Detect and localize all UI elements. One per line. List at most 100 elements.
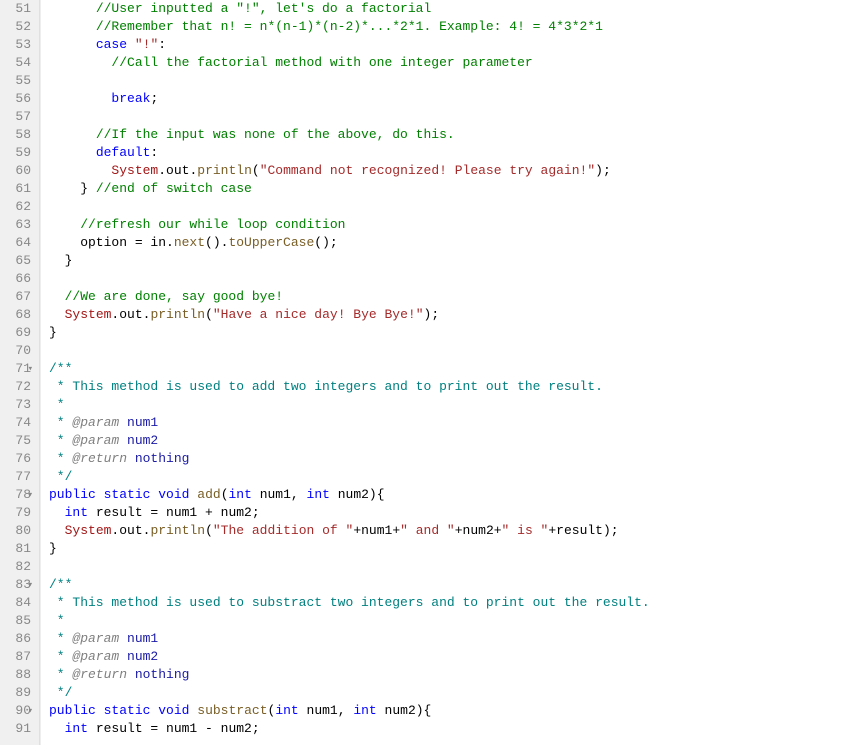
editor-gutter[interactable]: 5152535455565758596061626364656667686970… <box>0 0 40 745</box>
code-line[interactable]: //Call the factorial method with one int… <box>49 54 865 72</box>
code-line[interactable]: public static void substract(int num1, i… <box>49 702 865 720</box>
code-line[interactable]: System.out.println("Have a nice day! Bye… <box>49 306 865 324</box>
fold-toggle-icon[interactable]: ▾ <box>28 702 33 720</box>
line-number[interactable]: 55 <box>4 72 31 90</box>
code-token <box>119 433 127 448</box>
code-token: @return <box>72 667 127 682</box>
code-line[interactable] <box>49 108 865 126</box>
line-number[interactable]: 51 <box>4 0 31 18</box>
line-number[interactable]: 56 <box>4 90 31 108</box>
line-number[interactable]: 73 <box>4 396 31 414</box>
line-number[interactable]: 78▾ <box>4 486 31 504</box>
code-token <box>49 1 96 16</box>
line-number[interactable]: 87 <box>4 648 31 666</box>
code-line[interactable]: //Remember that n! = n*(n-1)*(n-2)*...*2… <box>49 18 865 36</box>
line-number[interactable]: 68 <box>4 306 31 324</box>
code-line[interactable]: int result = num1 + num2; <box>49 504 865 522</box>
line-number[interactable]: 72 <box>4 378 31 396</box>
code-line[interactable] <box>49 342 865 360</box>
code-token: "The addition of " <box>213 523 353 538</box>
code-line[interactable]: //If the input was none of the above, do… <box>49 126 865 144</box>
code-line[interactable]: /** <box>49 576 865 594</box>
code-line[interactable] <box>49 72 865 90</box>
line-number[interactable]: 75 <box>4 432 31 450</box>
code-line[interactable]: System.out.println("Command not recogniz… <box>49 162 865 180</box>
line-number[interactable]: 65 <box>4 252 31 270</box>
code-line[interactable]: * <box>49 396 865 414</box>
code-line[interactable]: //refresh our while loop condition <box>49 216 865 234</box>
line-number[interactable]: 81 <box>4 540 31 558</box>
code-line[interactable]: System.out.println("The addition of "+nu… <box>49 522 865 540</box>
code-token: * <box>49 613 65 628</box>
code-line[interactable]: case "!": <box>49 36 865 54</box>
line-number[interactable]: 60 <box>4 162 31 180</box>
code-line[interactable]: //We are done, say good bye! <box>49 288 865 306</box>
fold-toggle-icon[interactable]: ▾ <box>28 576 33 594</box>
line-number[interactable]: 84 <box>4 594 31 612</box>
code-line[interactable]: * @param num2 <box>49 648 865 666</box>
code-line[interactable]: /** <box>49 360 865 378</box>
line-number[interactable]: 79 <box>4 504 31 522</box>
code-line[interactable]: } <box>49 324 865 342</box>
line-number[interactable]: 89 <box>4 684 31 702</box>
code-line[interactable]: } //end of switch case <box>49 180 865 198</box>
code-line[interactable]: default: <box>49 144 865 162</box>
line-number[interactable]: 62 <box>4 198 31 216</box>
code-token: /** <box>49 361 72 376</box>
code-line[interactable]: * @return nothing <box>49 666 865 684</box>
line-number[interactable]: 64 <box>4 234 31 252</box>
line-number[interactable]: 57 <box>4 108 31 126</box>
line-number[interactable]: 82 <box>4 558 31 576</box>
code-token <box>49 37 96 52</box>
line-number[interactable]: 54 <box>4 54 31 72</box>
code-line[interactable]: * @param num1 <box>49 414 865 432</box>
code-line[interactable]: */ <box>49 468 865 486</box>
line-number[interactable]: 69 <box>4 324 31 342</box>
line-number[interactable]: 88 <box>4 666 31 684</box>
fold-toggle-icon[interactable]: ▾ <box>28 360 33 378</box>
code-token: nothing <box>135 667 190 682</box>
code-line[interactable]: * @param num2 <box>49 432 865 450</box>
line-number[interactable]: 80 <box>4 522 31 540</box>
line-number[interactable]: 71▾ <box>4 360 31 378</box>
code-line[interactable]: //User inputted a "!", let's do a factor… <box>49 0 865 18</box>
line-number[interactable]: 86 <box>4 630 31 648</box>
code-line[interactable]: } <box>49 540 865 558</box>
code-line[interactable] <box>49 270 865 288</box>
code-line[interactable]: * This method is used to add two integer… <box>49 378 865 396</box>
line-number[interactable]: 76 <box>4 450 31 468</box>
line-number[interactable]: 52 <box>4 18 31 36</box>
code-line[interactable]: break; <box>49 90 865 108</box>
line-number[interactable]: 67 <box>4 288 31 306</box>
editor-code-area[interactable]: //User inputted a "!", let's do a factor… <box>40 0 865 745</box>
code-token: */ <box>49 685 72 700</box>
line-number[interactable]: 77 <box>4 468 31 486</box>
code-line[interactable]: int result = num1 - num2; <box>49 720 865 738</box>
line-number[interactable]: 66 <box>4 270 31 288</box>
code-line[interactable]: * @return nothing <box>49 450 865 468</box>
code-line[interactable]: } <box>49 252 865 270</box>
line-number[interactable]: 63 <box>4 216 31 234</box>
line-number[interactable]: 74 <box>4 414 31 432</box>
line-number[interactable]: 83▾ <box>4 576 31 594</box>
line-number[interactable]: 58 <box>4 126 31 144</box>
code-line[interactable] <box>49 558 865 576</box>
line-number[interactable]: 61 <box>4 180 31 198</box>
code-token <box>127 667 135 682</box>
code-line[interactable]: public static void add(int num1, int num… <box>49 486 865 504</box>
code-line[interactable] <box>49 198 865 216</box>
line-number[interactable]: 91 <box>4 720 31 738</box>
code-line[interactable]: * This method is used to substract two i… <box>49 594 865 612</box>
line-number[interactable]: 59 <box>4 144 31 162</box>
code-token: option = in. <box>49 235 174 250</box>
line-number[interactable]: 90▾ <box>4 702 31 720</box>
line-number[interactable]: 70 <box>4 342 31 360</box>
line-number[interactable]: 53 <box>4 36 31 54</box>
code-line[interactable]: * @param num1 <box>49 630 865 648</box>
code-line[interactable]: option = in.next().toUpperCase(); <box>49 234 865 252</box>
line-number[interactable]: 85 <box>4 612 31 630</box>
code-line[interactable]: * <box>49 612 865 630</box>
code-token <box>119 631 127 646</box>
fold-toggle-icon[interactable]: ▾ <box>28 486 33 504</box>
code-line[interactable]: */ <box>49 684 865 702</box>
